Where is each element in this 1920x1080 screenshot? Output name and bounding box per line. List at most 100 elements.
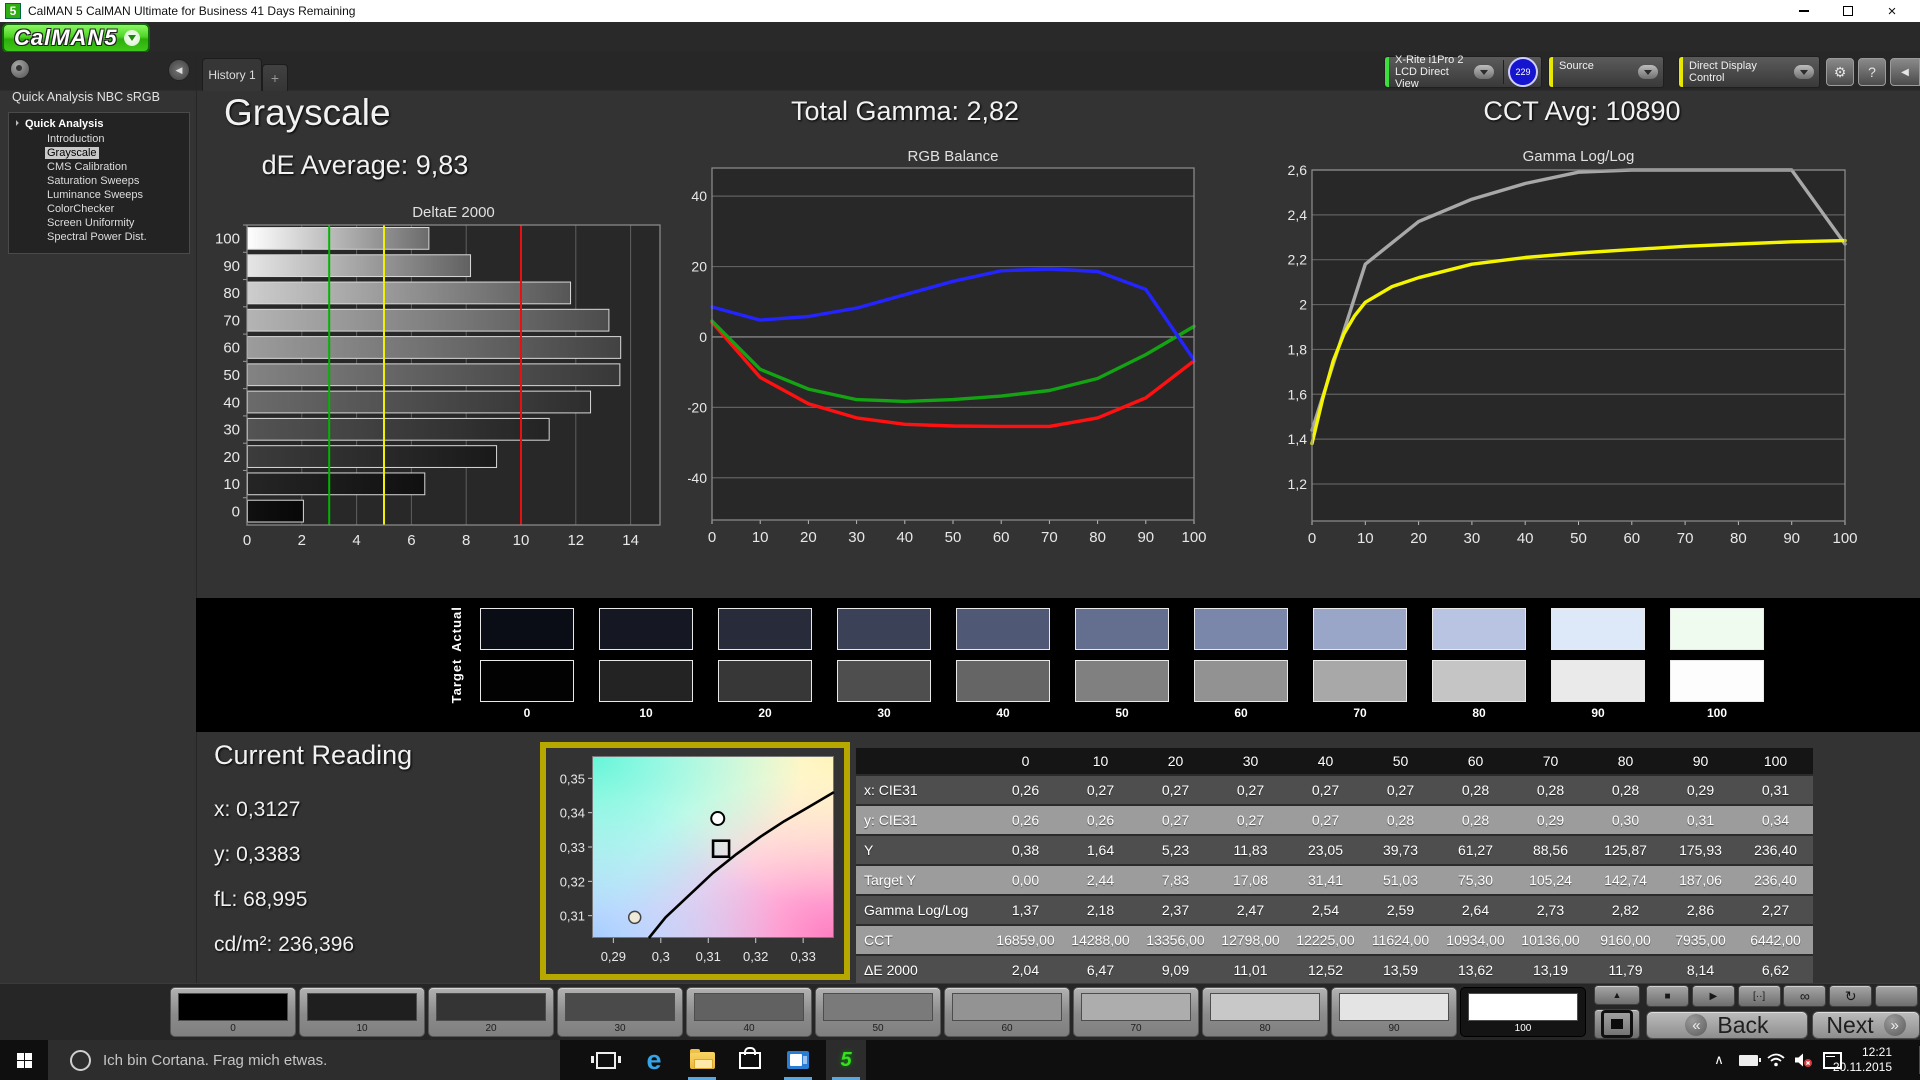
table-value-cell: 0,00	[988, 864, 1063, 895]
svg-text:0,32: 0,32	[560, 874, 585, 889]
source-dropdown[interactable]: Source	[1548, 56, 1664, 88]
tab-history-1[interactable]: History 1	[202, 58, 262, 91]
help-button[interactable]: ?	[1858, 58, 1886, 86]
table-value-cell: 0,30	[1588, 804, 1663, 835]
continuous-button[interactable]: ∞	[1783, 985, 1827, 1007]
pattern-tile-label: 80	[1259, 1023, 1271, 1034]
store-bag-icon	[739, 1046, 761, 1069]
table-value-cell: 0,28	[1588, 774, 1663, 805]
pattern-up-button[interactable]: ▲	[1594, 985, 1640, 1005]
calman-taskbar-button[interactable]: 5	[826, 1040, 866, 1080]
pattern-tile-label: 50	[872, 1023, 884, 1034]
svg-text:1,4: 1,4	[1288, 431, 1308, 447]
bracket-icon: [··]	[1752, 990, 1766, 1002]
table-value-cell: 0,29	[1513, 804, 1588, 835]
table-value-cell: 0,38	[988, 834, 1063, 865]
calman-5-icon: 5	[840, 1048, 852, 1071]
swatch-column-label: 100	[1706, 706, 1728, 720]
table-value-cell: 0,28	[1438, 804, 1513, 835]
swatch-column-label: 50	[1115, 706, 1129, 720]
pattern-tile-20[interactable]: 20	[428, 987, 554, 1037]
volume-tray-button[interactable]	[1790, 1040, 1818, 1080]
edge-taskbar-button[interactable]: e	[634, 1040, 674, 1080]
pattern-tile-60[interactable]: 60	[944, 987, 1070, 1037]
table-value-cell: 6,62	[1738, 954, 1813, 984]
pattern-tile-80[interactable]: 80	[1202, 987, 1328, 1037]
network-tray-button[interactable]	[1762, 1040, 1790, 1080]
tree-group-quick-analysis[interactable]: Quick Analysis	[9, 117, 189, 131]
table-row: ΔE 2000 2,04 6,47 9,09 11,01 12,52 13,59 13,62 1…	[856, 954, 1813, 984]
sidebar-collapse-button[interactable]: ◀	[168, 59, 190, 81]
target-swatch-70	[1313, 660, 1407, 702]
svg-text:60: 60	[993, 529, 1010, 546]
display-control-dropdown[interactable]: Direct Display Control	[1678, 56, 1820, 88]
table-value-cell: 17,08	[1213, 864, 1288, 895]
table-value-cell: 0,27	[1363, 774, 1438, 805]
close-button[interactable]: ×	[1870, 0, 1914, 22]
store-taskbar-button[interactable]	[730, 1040, 770, 1080]
table-value-cell: 9,09	[1138, 954, 1213, 984]
help-icon: ?	[1868, 64, 1876, 80]
tab-add-button[interactable]: +	[262, 64, 288, 91]
minimize-button[interactable]	[1782, 0, 1826, 22]
stop-icon: ■	[1664, 990, 1671, 1002]
table-value-cell: 1,64	[1063, 834, 1138, 865]
sidebar-item-luminance-sweeps[interactable]: Luminance Sweeps	[9, 189, 189, 201]
cct-average-readout: CCT Avg: 10890	[1483, 96, 1681, 126]
battery-tray-button[interactable]	[1734, 1040, 1762, 1080]
next-button[interactable]: Next »	[1812, 1011, 1920, 1039]
sidebar-item-cms-calibration[interactable]: CMS Calibration	[9, 161, 189, 173]
pattern-swatch	[178, 993, 288, 1021]
table-row: Y 0,38 1,64 5,23 11,83 23,05 39,73 61,27 88,56 12…	[856, 834, 1813, 865]
pattern-tile-50[interactable]: 50	[815, 987, 941, 1037]
task-view-button[interactable]	[586, 1040, 626, 1080]
sidebar-item-spectral-power-dist-[interactable]: Spectral Power Dist.	[9, 231, 189, 243]
table-header-cell: 50	[1363, 748, 1438, 775]
pattern-tile-label: 100	[1514, 1023, 1532, 1034]
tray-expand-button[interactable]: ∧	[1706, 1040, 1732, 1080]
settings-button[interactable]: ⚙	[1826, 58, 1854, 86]
pattern-tile-30[interactable]: 30	[557, 987, 683, 1037]
actual-row-label: Actual	[448, 606, 464, 652]
measure-range-button[interactable]: [··]	[1737, 985, 1781, 1007]
pattern-tile-90[interactable]: 90	[1331, 987, 1457, 1037]
sidebar-item-saturation-sweeps[interactable]: Saturation Sweeps	[9, 175, 189, 187]
start-button[interactable]	[0, 1040, 48, 1080]
current-reading-fl: fL: 68,995	[214, 888, 308, 911]
meter-dropdown[interactable]: X-Rite i1Pro 2 LCD Direct View 229	[1384, 54, 1542, 90]
pattern-swatch	[1468, 993, 1578, 1021]
refresh-button[interactable]: ↻	[1829, 985, 1873, 1007]
actual-swatch-10	[599, 608, 693, 650]
workflow-radio-icon[interactable]	[10, 59, 30, 79]
panel-collapse-button[interactable]: ◀	[1890, 58, 1920, 86]
sidebar-item-introduction[interactable]: Introduction	[9, 133, 189, 145]
play-button[interactable]: ▶	[1691, 985, 1735, 1007]
file-explorer-taskbar-button[interactable]	[682, 1040, 722, 1080]
extra-button[interactable]	[1875, 985, 1918, 1007]
svg-text:Gamma Log/Log: Gamma Log/Log	[1523, 148, 1635, 165]
stop-button[interactable]: ■	[1646, 985, 1689, 1007]
pattern-tile-label: 10	[356, 1023, 368, 1034]
pattern-tile-70[interactable]: 70	[1073, 987, 1199, 1037]
table-value-cell: 2,64	[1438, 894, 1513, 925]
back-button[interactable]: « Back	[1646, 1011, 1808, 1039]
office-app-taskbar-button[interactable]	[778, 1040, 818, 1080]
pattern-tile-10[interactable]: 10	[299, 987, 425, 1037]
wifi-icon	[1767, 1053, 1785, 1067]
target-swatch-80	[1432, 660, 1526, 702]
restore-button[interactable]	[1826, 0, 1870, 22]
table-value-cell: 16859,00	[988, 924, 1063, 955]
sidebar-item-colorchecker[interactable]: ColorChecker	[9, 203, 189, 215]
pattern-tile-0[interactable]: 0	[170, 987, 296, 1037]
sidebar-item-grayscale[interactable]: Grayscale	[9, 147, 189, 159]
pattern-window-toggle[interactable]	[1594, 1009, 1640, 1039]
clock[interactable]: 12:21 20.11.2015	[1833, 1045, 1892, 1075]
table-row-label: Target Y	[856, 864, 988, 895]
table-value-cell: 0,27	[1288, 804, 1363, 835]
pattern-tile-40[interactable]: 40	[686, 987, 812, 1037]
pattern-tile-100[interactable]: 100	[1460, 987, 1586, 1037]
cortana-search-input[interactable]: Ich bin Cortana. Frag mich etwas.	[48, 1040, 560, 1080]
swatch-column-label: 90	[1591, 706, 1605, 720]
sidebar-item-screen-uniformity[interactable]: Screen Uniformity	[9, 217, 189, 229]
calman-menu-button[interactable]: CalMAN5	[2, 23, 150, 53]
